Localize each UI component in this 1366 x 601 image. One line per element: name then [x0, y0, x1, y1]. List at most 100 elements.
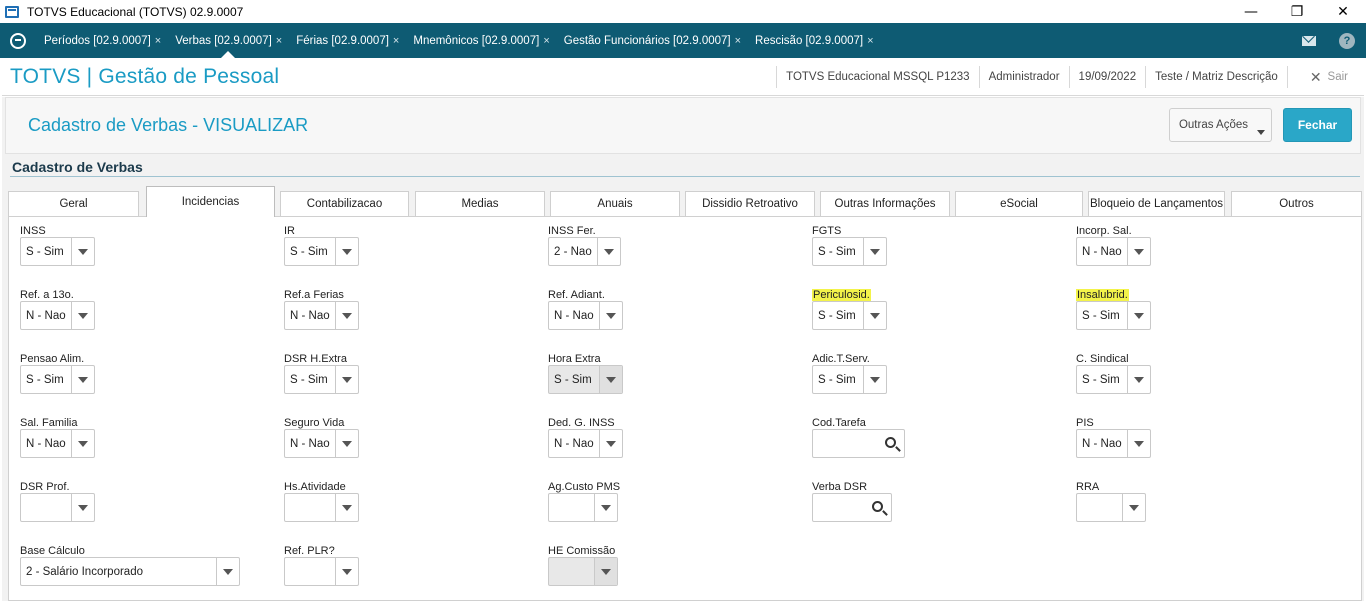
tab-incidencias[interactable]: Incidencias [146, 186, 275, 217]
dropdown-arrow-icon[interactable] [335, 366, 358, 393]
verba-dsr-lookup[interactable] [812, 493, 892, 522]
dropdown-arrow-icon[interactable] [335, 238, 358, 265]
dropdown-arrow-icon[interactable] [1127, 302, 1150, 329]
sal-familia-select[interactable]: N - Nao [20, 429, 95, 458]
app-tab-verbas[interactable]: Verbas [02.9.0007] × [167, 23, 288, 58]
field-label: Ded. G. INSS [548, 417, 615, 429]
search-icon[interactable] [885, 437, 896, 448]
dropdown-arrow-icon[interactable] [597, 238, 620, 265]
dropdown-arrow-icon[interactable] [335, 558, 358, 585]
environment-label: TOTVS Educacional MSSQL P1233 [776, 66, 978, 88]
exit-button[interactable]: ✕ Sair [1286, 66, 1364, 88]
tab-geral[interactable]: Geral [8, 191, 139, 216]
pis-select[interactable]: N - Nao [1076, 429, 1151, 458]
tab-outras-informacoes[interactable]: Outras Informações [820, 191, 950, 216]
app-tab-rescisao[interactable]: Rescisão [02.9.0007] × [747, 23, 879, 58]
dropdown-arrow-icon[interactable] [335, 430, 358, 457]
field-label: FGTS [812, 225, 842, 237]
seguro-vida-select[interactable]: N - Nao [284, 429, 359, 458]
dsr-prof-select[interactable] [20, 493, 95, 522]
close-button[interactable]: Fechar [1283, 108, 1352, 142]
mail-icon [1302, 35, 1316, 46]
dropdown-arrow-icon[interactable] [71, 238, 94, 265]
close-tab-icon[interactable]: × [543, 35, 549, 47]
dropdown-arrow-icon[interactable] [1122, 494, 1145, 521]
rra-select[interactable] [1076, 493, 1146, 522]
inss-select[interactable]: S - Sim [20, 237, 95, 266]
minimize-button[interactable]: — [1228, 0, 1274, 23]
tab-medias[interactable]: Medias [415, 191, 545, 216]
tab-strip-tools: ? [1290, 23, 1366, 58]
adic-tserv-select[interactable]: S - Sim [812, 365, 887, 394]
ir-select[interactable]: S - Sim [284, 237, 359, 266]
pensao-alim-select[interactable]: S - Sim [20, 365, 95, 394]
close-tab-icon[interactable]: × [393, 35, 399, 47]
dropdown-arrow-icon[interactable] [71, 302, 94, 329]
window-controls: — ❐ ✕ [1228, 0, 1366, 23]
dropdown-arrow-icon[interactable] [1127, 430, 1150, 457]
dropdown-arrow-icon[interactable] [335, 302, 358, 329]
dropdown-arrow-icon[interactable] [594, 494, 617, 521]
dropdown-arrow-icon[interactable] [863, 302, 886, 329]
fgts-select[interactable]: S - Sim [812, 237, 887, 266]
close-tab-icon[interactable]: × [735, 35, 741, 47]
dropdown-arrow-icon[interactable] [1127, 366, 1150, 393]
app-tab-ferias[interactable]: Férias [02.9.0007] × [288, 23, 405, 58]
ref-ferias-select[interactable]: N - Nao [284, 301, 359, 330]
dropdown-arrow-icon[interactable] [863, 366, 886, 393]
field-periculosid: Periculosid. S - Sim [812, 289, 892, 331]
ref-13-select[interactable]: N - Nao [20, 301, 95, 330]
page-title: Cadastro de Verbas - VISUALIZAR [28, 115, 309, 135]
insalubrid-select[interactable]: S - Sim [1076, 301, 1151, 330]
company-selector[interactable]: Teste / Matriz Descrição [1145, 66, 1287, 88]
field-label: Sal. Familia [20, 417, 78, 429]
inss-ferias-select[interactable]: 2 - Nao [548, 237, 621, 266]
close-window-button[interactable]: ✕ [1320, 0, 1366, 23]
section-title: Cadastro de Verbas [12, 159, 143, 175]
help-button[interactable]: ? [1328, 23, 1366, 58]
field-hora-extra: Hora Extra S - Sim [548, 353, 628, 395]
dropdown-arrow-icon[interactable] [599, 430, 622, 457]
restore-button[interactable]: ❐ [1274, 0, 1320, 23]
base-calculo-select[interactable]: 2 - Salário Incorporado [20, 557, 240, 586]
select-value: N - Nao [290, 437, 330, 450]
field-label: Cod.Tarefa [812, 417, 866, 429]
select-value: S - Sim [1082, 309, 1120, 322]
ag-custo-pms-select[interactable] [548, 493, 618, 522]
app-tab-periodos[interactable]: Períodos [02.9.0007] × [36, 23, 167, 58]
close-tab-icon[interactable]: × [276, 35, 282, 47]
periculosid-select[interactable]: S - Sim [812, 301, 887, 330]
ref-plr-select[interactable] [284, 557, 359, 586]
tab-esocial[interactable]: eSocial [955, 191, 1083, 216]
close-tab-icon[interactable]: × [155, 35, 161, 47]
totvs-menu-button[interactable] [0, 23, 36, 58]
field-incorp-sal: Incorp. Sal. N - Nao [1076, 225, 1156, 267]
dropdown-arrow-icon[interactable] [1127, 238, 1150, 265]
hs-atividade-select[interactable] [284, 493, 359, 522]
dropdown-arrow-icon[interactable] [71, 430, 94, 457]
dropdown-arrow-icon[interactable] [71, 366, 94, 393]
dropdown-arrow-icon[interactable] [599, 302, 622, 329]
cod-tarefa-lookup[interactable] [812, 429, 905, 458]
ref-adiant-select[interactable]: N - Nao [548, 301, 623, 330]
tab-outros[interactable]: Outros [1231, 191, 1362, 216]
other-actions-button[interactable]: Outras Ações [1169, 108, 1272, 142]
search-icon[interactable] [872, 501, 883, 512]
app-tab-mnemonicos[interactable]: Mnemônicos [02.9.0007] × [405, 23, 555, 58]
incorp-sal-select[interactable]: N - Nao [1076, 237, 1151, 266]
dropdown-arrow-icon[interactable] [71, 494, 94, 521]
tab-anuais[interactable]: Anuais [550, 191, 680, 216]
ded-g-inss-select[interactable]: N - Nao [548, 429, 623, 458]
window-titlebar: TOTVS Educacional (TOTVS) 02.9.0007 — ❐ … [0, 0, 1366, 23]
dropdown-arrow-icon[interactable] [335, 494, 358, 521]
dropdown-arrow-icon[interactable] [863, 238, 886, 265]
tab-bloqueio-lancamentos[interactable]: Bloqueio de Lançamentos [1088, 191, 1225, 216]
c-sindical-select[interactable]: S - Sim [1076, 365, 1151, 394]
close-tab-icon[interactable]: × [867, 35, 873, 47]
app-tab-gestao-funcionarios[interactable]: Gestão Funcionários [02.9.0007] × [556, 23, 747, 58]
dropdown-arrow-icon[interactable] [216, 558, 239, 585]
messages-button[interactable] [1290, 23, 1328, 58]
tab-dissidio-retroativo[interactable]: Dissidio Retroativo [685, 191, 815, 216]
dsr-hextra-select[interactable]: S - Sim [284, 365, 359, 394]
tab-contabilizacao[interactable]: Contabilizacao [280, 191, 409, 216]
